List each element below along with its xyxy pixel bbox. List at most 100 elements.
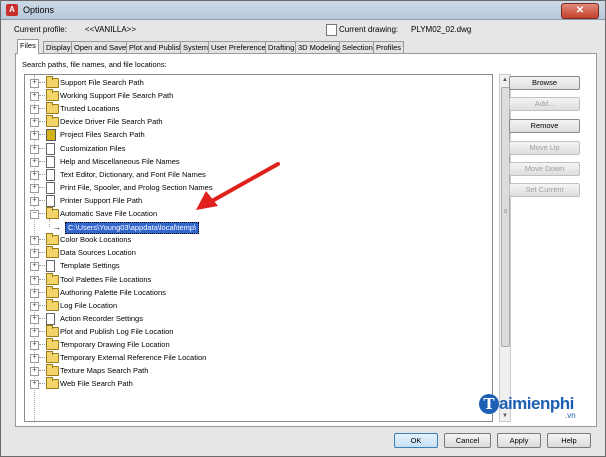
tree-item-label: Automatic Save File Location [60, 209, 158, 218]
expand-icon[interactable]: + [30, 105, 39, 115]
tree-item[interactable]: + Web File Search Path [25, 377, 485, 390]
expand-icon[interactable]: + [30, 183, 39, 193]
tree-item-label: Template Settings [60, 261, 120, 271]
close-button[interactable]: ✕ [561, 3, 599, 19]
tree-branch-line [39, 357, 45, 359]
tab-3d-modeling[interactable]: 3D Modeling [295, 41, 344, 53]
move-down-button[interactable]: Move Down [509, 162, 580, 176]
tree-item[interactable]: + Color Book Locations [25, 233, 485, 246]
file-tree[interactable]: + Support File Search Path + Working Suppor… [24, 74, 493, 422]
folder-icon [46, 115, 59, 128]
expand-icon[interactable]: + [30, 157, 39, 167]
folder-icon [46, 338, 59, 350]
tab-system[interactable]: System [180, 41, 212, 53]
tree-item[interactable]: + Trusted Locations [25, 102, 485, 115]
tree-item[interactable]: + Temporary Drawing File Location [25, 338, 485, 351]
tree-item-label: Support File Search Path [60, 78, 144, 87]
expand-icon[interactable]: + [30, 118, 39, 128]
tree-item[interactable]: + Help and Miscellaneous File Names [25, 155, 485, 168]
tree-item[interactable]: + Log File Location [25, 298, 485, 312]
drawing-icon [326, 24, 337, 36]
tree-branch-line [39, 317, 45, 319]
tree-item[interactable]: + Plot and Publish Log File Location [25, 324, 485, 338]
panel-label: Search paths, file names, and file locat… [22, 60, 167, 69]
tree-branch-line [39, 252, 45, 254]
expand-icon[interactable]: + [30, 249, 39, 259]
tree-item-label: Color Book Locations [60, 235, 132, 245]
browse-button[interactable]: Browse [509, 76, 580, 90]
tree-item[interactable]: + Data Sources Location [25, 246, 485, 259]
title-bar[interactable]: A Options ✕ [1, 1, 605, 20]
folder-icon [46, 207, 59, 219]
tab-plot-and-publish[interactable]: Plot and Publish [126, 41, 187, 53]
cancel-button[interactable]: Cancel [444, 433, 491, 448]
tree-item[interactable]: + Texture Maps Search Path [25, 364, 485, 377]
expand-icon[interactable]: + [30, 354, 39, 364]
tree-item[interactable]: + Tool Palettes File Locations [25, 272, 485, 286]
tree-branch-line [39, 121, 45, 123]
tree-item[interactable]: + Authoring Palette File Locations [25, 285, 485, 299]
watermark-logo-icon: T [479, 394, 499, 414]
expand-icon[interactable]: + [30, 275, 39, 285]
tab-drafting[interactable]: Drafting [265, 41, 298, 53]
tree-item[interactable]: + Device Driver File Search Path [25, 115, 485, 128]
tree-item-label: Customization Files [60, 143, 126, 153]
tree-item[interactable]: + Template Settings [25, 259, 485, 273]
expand-icon[interactable]: + [30, 341, 39, 350]
tree-item[interactable]: + Print File, Spooler, and Prolog Section… [25, 181, 485, 194]
project-icon [46, 129, 56, 142]
expand-icon[interactable]: + [30, 262, 39, 272]
tree-item[interactable]: + Action Recorder Settings [25, 312, 485, 325]
tree-branch-line [39, 383, 45, 385]
tree-item[interactable]: + Working Support File Search Path [25, 89, 485, 102]
tree-child-row[interactable]: → C:\Users\Young03\appdata\local\temp\ [25, 220, 485, 235]
tree-item-label: Project Files Search Path [60, 130, 145, 140]
tree-item[interactable]: + Support File Search Path [25, 76, 485, 89]
document-icon [46, 181, 55, 194]
autosave-path-value[interactable]: C:\Users\Young03\appdata\local\temp\ [65, 222, 200, 235]
expand-icon[interactable]: + [30, 327, 39, 337]
expand-icon[interactable]: + [30, 380, 39, 390]
collapse-icon[interactable]: − [30, 210, 39, 219]
ok-button[interactable]: OK [394, 433, 438, 448]
tree-item[interactable]: + Printer Support File Path [25, 194, 485, 207]
tree-branch-line [39, 147, 45, 149]
tree-item-label: Plot and Publish Log File Location [60, 326, 174, 336]
expand-icon[interactable]: + [30, 196, 39, 206]
scroll-grip-icon: ≡ [503, 209, 508, 215]
expand-icon[interactable]: + [30, 314, 39, 324]
current-profile-label: Current profile: [14, 25, 67, 34]
tree-item-label: Authoring Palette File Locations [60, 287, 166, 297]
tree-branch-line [39, 199, 45, 201]
tree-branch-line [39, 370, 45, 372]
remove-button[interactable]: Remove [509, 119, 580, 133]
tab-files[interactable]: Files [17, 39, 39, 54]
expand-icon[interactable]: + [30, 236, 39, 246]
expand-icon[interactable]: + [30, 301, 39, 311]
set-current-button[interactable]: Set Current [509, 183, 580, 197]
tree-item[interactable]: − Automatic Save File Location [25, 207, 485, 220]
tab-user-preferences[interactable]: User Preferences [208, 41, 273, 53]
tab-profiles[interactable]: Profiles [373, 41, 405, 53]
apply-button[interactable]: Apply [497, 433, 541, 448]
tab-display[interactable]: Display [43, 41, 74, 53]
expand-icon[interactable]: + [30, 367, 39, 377]
move-up-button[interactable]: Move Up [509, 141, 580, 155]
tab-selection[interactable]: Selection [339, 41, 376, 53]
expand-icon[interactable]: + [30, 288, 39, 298]
expand-icon[interactable]: + [30, 79, 39, 88]
tree-item[interactable]: + Customization Files [25, 142, 485, 155]
expand-icon[interactable]: + [30, 92, 39, 102]
tree-item[interactable]: + Temporary External Reference File Locat… [25, 351, 485, 364]
expand-icon[interactable]: + [30, 131, 39, 141]
tree-item-label: Texture Maps Search Path [60, 366, 149, 376]
add-button[interactable]: Add... [509, 97, 580, 111]
window-title: Options [23, 5, 55, 15]
help-button[interactable]: Help [547, 433, 591, 448]
expand-icon[interactable]: + [30, 144, 39, 154]
expand-icon[interactable]: + [30, 170, 39, 180]
tree-item[interactable]: + Text Editor, Dictionary, and Font File … [25, 168, 485, 181]
tab-open-and-save[interactable]: Open and Save [71, 41, 130, 53]
tree-branch-line [39, 239, 45, 241]
tree-item[interactable]: + Project Files Search Path [25, 128, 485, 142]
